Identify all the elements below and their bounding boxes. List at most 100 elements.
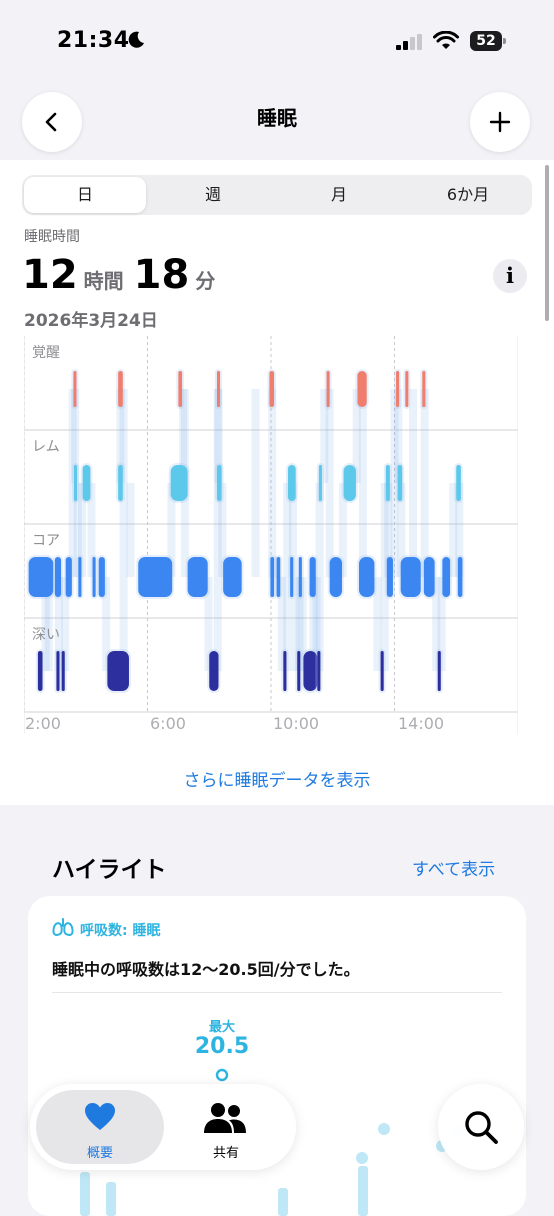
stage-segment-2 — [457, 557, 463, 597]
cellular-signal-icon — [396, 34, 422, 50]
hours-unit: 時間 — [83, 269, 124, 293]
x-tick-label: 2:00 — [25, 714, 61, 733]
tab-summary-label: 概要 — [86, 1146, 113, 1161]
stage-segment-2 — [138, 557, 173, 597]
stage-segment-0 — [178, 371, 183, 407]
tab-summary[interactable]: 概要 — [36, 1090, 164, 1164]
stage-segment-2 — [298, 557, 302, 597]
stage-segment-2 — [223, 557, 242, 597]
segment-6-months[interactable]: 6か月 — [406, 177, 530, 213]
chart-point — [356, 1152, 368, 1164]
stage-segment-0 — [269, 371, 275, 407]
stage-segment-0 — [422, 371, 426, 407]
stage-segment-2 — [98, 557, 105, 597]
plus-icon — [489, 111, 511, 133]
chart-bar — [106, 1182, 116, 1216]
stage-transition — [409, 389, 418, 577]
status-time: 21:34 — [57, 28, 130, 53]
stage-segment-1 — [216, 465, 222, 501]
stage-segment-1 — [170, 465, 188, 501]
stage-transition — [420, 389, 429, 577]
scrollbar[interactable] — [545, 165, 549, 321]
stage-label-rem: レム — [32, 439, 60, 455]
chart-bar — [80, 1172, 90, 1216]
search-button[interactable] — [438, 1084, 524, 1170]
x-tick-label: 6:00 — [150, 714, 186, 733]
stage-segment-2 — [329, 557, 343, 597]
stage-segment-1 — [118, 465, 123, 501]
highlights-heading: ハイライト — [52, 857, 167, 883]
stage-segment-1 — [397, 465, 403, 501]
period-segmented-control: 日 週 月 6か月 — [22, 175, 532, 215]
stage-segment-2 — [270, 557, 275, 597]
metric-label: 睡眠時間 — [24, 229, 80, 245]
stage-segment-1 — [385, 465, 390, 501]
stage-segment-2 — [442, 557, 451, 597]
stage-transition — [126, 483, 135, 577]
x-tick-label: 14:00 — [398, 714, 445, 733]
duration-minutes: 18 — [133, 252, 190, 298]
stage-segment-2 — [358, 557, 375, 597]
chart-bar — [278, 1188, 288, 1216]
tab-sharing-label: 共有 — [212, 1146, 239, 1161]
stage-segment-1 — [456, 465, 461, 501]
stage-segment-1 — [287, 465, 296, 501]
heart-icon — [85, 1103, 115, 1130]
stage-segment-2 — [276, 557, 281, 597]
people-icon — [204, 1103, 246, 1133]
info-button[interactable]: i — [493, 259, 527, 293]
segment-week[interactable]: 週 — [152, 177, 274, 213]
stage-segment-1 — [343, 465, 356, 501]
stage-segment-0 — [405, 371, 409, 407]
segment-month[interactable]: 月 — [278, 177, 400, 213]
stage-segment-2 — [309, 557, 316, 597]
stage-transition — [268, 389, 277, 577]
stage-segment-3 — [283, 651, 287, 691]
moon-icon — [128, 31, 144, 48]
stage-transition — [251, 389, 260, 577]
stage-segment-2 — [92, 557, 96, 597]
stage-transition — [358, 389, 367, 577]
stage-segment-0 — [357, 371, 367, 407]
sleep-duration: 12 時間 18 分 — [22, 252, 225, 298]
battery-level: 52 — [470, 31, 502, 51]
stage-label-deep: 深い — [32, 627, 60, 643]
x-tick-label: 10:00 — [273, 714, 320, 733]
stage-segment-3 — [56, 651, 60, 691]
stage-segment-0 — [216, 371, 221, 407]
stage-segment-3 — [317, 651, 321, 691]
stage-segment-3 — [107, 651, 129, 691]
stage-segment-1 — [318, 465, 322, 501]
stage-segment-2 — [65, 557, 72, 597]
stage-segment-3 — [37, 651, 43, 691]
stage-segment-0 — [396, 371, 400, 407]
stage-segment-2 — [187, 557, 208, 597]
stage-segment-2 — [78, 557, 82, 597]
sleep-stages-chart[interactable] — [24, 336, 518, 734]
stage-segment-2 — [54, 557, 62, 597]
stage-segment-2 — [290, 557, 294, 597]
segment-day[interactable]: 日 — [24, 177, 146, 213]
stage-segment-1 — [82, 465, 91, 501]
stage-segment-0 — [73, 371, 77, 407]
status-bar: 21:34 52 — [0, 0, 554, 84]
stage-segment-1 — [74, 465, 78, 501]
stage-label-core: コア — [32, 533, 60, 549]
stage-segment-3 — [303, 651, 318, 691]
stage-segment-2 — [400, 557, 421, 597]
stage-segment-2 — [28, 557, 54, 597]
wifi-icon — [433, 31, 459, 49]
see-all-highlights-link[interactable]: すべて表示 — [412, 855, 495, 880]
stage-segment-3 — [437, 651, 441, 691]
show-more-sleep-data-link[interactable]: さらに睡眠データを表示 — [0, 766, 554, 791]
stage-transition — [325, 389, 334, 577]
tab-sharing[interactable]: 共有 — [162, 1090, 290, 1164]
chart-bar — [358, 1166, 368, 1216]
date-label: 2026年3月24日 — [24, 311, 158, 331]
chart-point — [378, 1123, 390, 1135]
battery-indicator: 52 — [470, 31, 506, 51]
add-data-button[interactable] — [470, 92, 530, 152]
stage-segment-3 — [209, 651, 219, 691]
stage-segment-3 — [297, 651, 301, 691]
stage-label-awake: 覚醒 — [32, 345, 60, 361]
